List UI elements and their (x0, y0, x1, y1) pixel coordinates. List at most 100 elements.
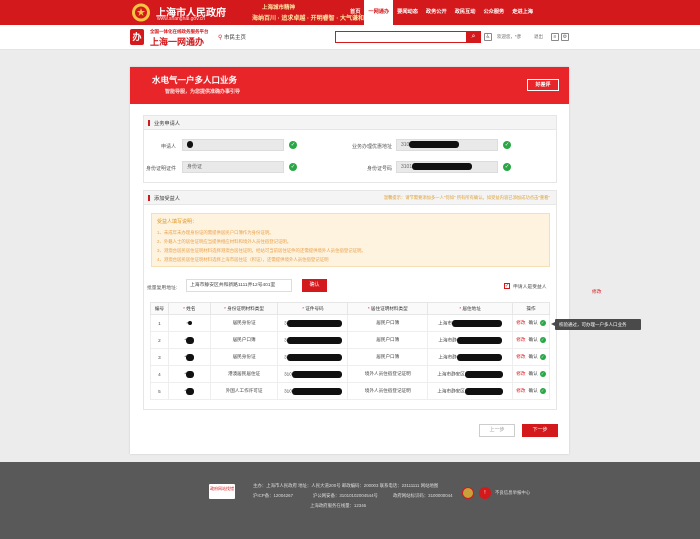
recipient-residence-type: 居民户口簿 (347, 314, 429, 332)
recipient-id-type: 外国人工作许可证 (209, 382, 279, 400)
edit-link[interactable]: 修改 (516, 371, 525, 376)
recipient-section-title: 添加受益人 (154, 196, 180, 202)
top-header: 上海市人民政府 www.shanghai.gov.cn 上海城市精神 海纳百川 … (0, 0, 700, 25)
nav-interaction[interactable]: 政民互动 (451, 0, 480, 25)
column-header: * 姓名 (167, 302, 211, 315)
citizen-home-link[interactable]: ⚲ 市民主页 (218, 33, 246, 41)
site-error-report-badge[interactable]: 政府网站找错 (209, 484, 235, 499)
nav-public-service[interactable]: 公众服务 (479, 0, 508, 25)
brand-name[interactable]: 上海一网通办 (150, 35, 204, 48)
recipient-section-header: 添加受益人 温馨提示：请节需要添加多一人"何如" 所有所有确认。如受益内容已添加… (144, 191, 556, 205)
table-row: 2 * 居民户口簿 3 居民户口簿 上海市静 修改确认✓ (150, 331, 550, 349)
id-number-label: 身份证号码 (366, 166, 392, 172)
notice-line-2: 2、外籍人士的居住证明应当提供相应材料和境外人员住宿登记证明。 (157, 239, 292, 244)
row-verified-icon: ✓ (539, 387, 546, 394)
menu-icon[interactable]: ≡ (551, 33, 559, 41)
confirm-link[interactable]: 确认 (529, 337, 538, 342)
id-type-label: 身份证明证件 (145, 166, 176, 172)
applicant-name-field (182, 139, 284, 151)
column-header: * 居住证明材料类型 (347, 302, 429, 315)
floating-edit-link[interactable]: 修改 (592, 288, 602, 295)
recipient-id-type: 港澳居民居住证 (209, 365, 279, 383)
batch-address-input[interactable]: 上海市静安区共和新路1111弄12号401室 (186, 279, 292, 292)
recipient-name: * (167, 382, 211, 400)
recipient-address: 上海市静安区 (427, 365, 513, 383)
recipient-name: * (167, 331, 211, 349)
edit-link[interactable]: 修改 (516, 337, 525, 342)
user-greeting: 欢迎您，*彦 (497, 34, 522, 39)
nav-one-net-service[interactable]: 一网通办 (364, 0, 394, 25)
column-header: * 居住地址 (427, 302, 513, 315)
table-row: 4 * 港澳居民居住证 310 境外人员住宿登记证明 上海市静安区 修改确认✓ (150, 365, 550, 383)
recipient-residence-type: 居民户口簿 (347, 348, 429, 366)
citizen-home-label: 市民主页 (223, 35, 246, 41)
recipient-id-type: 居民户口簿 (209, 331, 279, 349)
recipient-residence-type: 居民户口簿 (347, 331, 429, 349)
row-number: 2 (150, 331, 169, 349)
column-header: * 证件号码 (277, 302, 349, 315)
row-actions: 修改 确认 ✓ (512, 382, 550, 400)
rate-service-button[interactable]: 好差评 (527, 79, 559, 91)
prev-step-button[interactable]: 上一步 (479, 424, 515, 437)
next-step-button[interactable]: 下一步 (522, 424, 558, 437)
edit-link[interactable]: 修改 (516, 388, 525, 393)
confirm-link[interactable]: 确认 (529, 371, 538, 376)
nav-about-shanghai[interactable]: 走进上海 (508, 0, 537, 25)
party-gov-emblem-icon[interactable] (462, 487, 474, 499)
recipient-id-number: 3 (277, 331, 349, 349)
search-input[interactable] (335, 31, 481, 43)
site-url: www.shanghai.gov.cn (157, 16, 205, 22)
recipient-notice: 受益人填写说明： 1、未成年未办理身份证的需提供居民户口簿作为身份证明。 2、外… (151, 213, 550, 267)
row-actions: 修改 确认 ✓ (512, 331, 550, 349)
search-icon: ⌕ (471, 33, 476, 40)
recipient-id-number: 310 (277, 365, 349, 383)
footer-report-center[interactable]: 不良信息举报中心 (495, 490, 530, 496)
section-marker (148, 120, 150, 126)
section-marker (148, 195, 150, 201)
row-number: 1 (150, 314, 169, 332)
confirm-link[interactable]: 确认 (529, 388, 538, 393)
column-header: 操作 (512, 302, 550, 315)
footer-counter: 上海政府服务在线量：12346 (310, 503, 367, 508)
table-row: 3 * 居民身份证 3 居民户口簿 上海市静 修改确认✓ (150, 348, 550, 366)
one-net-logo-icon: 办 (130, 29, 144, 45)
applicant-section: 业务申请人 申请人 ✓ 业务办理优惠地址 310 ✓ 身份证明证件 身份证 ✓ … (143, 115, 557, 183)
recipient-id-number: 3 (277, 314, 349, 332)
column-header: * 身份证明材料类型 (209, 302, 279, 315)
page-footer: 政府网站找错 主办：上海市人民政府 地址：人民大道200号 邮政编码：20000… (0, 462, 700, 539)
service-banner: 水电气一户多人口业务 智能导服，为您提供准确办事引导 好差评 (130, 67, 569, 104)
notice-title: 受益人填写说明： (157, 219, 198, 225)
accessibility-icon[interactable]: ♿ (484, 33, 492, 41)
row-verified-icon: ✓ (539, 370, 546, 377)
recipient-tip: 温馨提示：请节需要添加多一人"何如" 所有所有确认。如受益内容已添加成功点击"重… (383, 195, 550, 200)
report-center-icon[interactable]: ! (479, 487, 491, 499)
confirm-link[interactable]: 确认 (529, 354, 538, 359)
settings-icon[interactable]: ⚙ (561, 33, 569, 41)
recipient-id-number: 3 (277, 348, 349, 366)
logout-link[interactable]: 退出 (534, 34, 543, 40)
edit-link[interactable]: 修改 (516, 320, 525, 325)
footer-beian[interactable]: 沪公网安备：31010102004544号 (313, 493, 378, 499)
footer-icp[interactable]: 沪ICP备：12004267 (253, 493, 293, 499)
applicant-name-label: 申请人 (160, 144, 176, 150)
confirm-link[interactable]: 确认 (529, 320, 538, 325)
recipient-residence-type: 境外人员住宿登记证明 (347, 365, 429, 383)
edit-link[interactable]: 修改 (516, 354, 525, 359)
row-verified-icon: ✓ (539, 353, 546, 360)
nav-home[interactable]: 首页 (346, 0, 364, 25)
recipient-address: 上海市 (427, 314, 513, 332)
slogan-title: 上海城市精神 (262, 5, 296, 11)
nav-gov-info[interactable]: 政务公开 (422, 0, 451, 25)
redacted-id-number (412, 163, 473, 171)
search-button[interactable]: ⌕ (466, 31, 481, 43)
row-verified-icon: ✓ (539, 336, 546, 343)
service-title: 水电气一户多人口业务 (152, 75, 238, 85)
id-type-field: 身份证 (182, 161, 284, 173)
nav-news[interactable]: 要闻动态 (393, 0, 422, 25)
recipient-id-type: 居民身份证 (209, 348, 279, 366)
row-number: 3 (150, 348, 169, 366)
batch-confirm-button[interactable]: 确认 (302, 279, 327, 292)
applicant-is-recipient-checkbox[interactable]: ✓ (504, 283, 510, 289)
address-value: 310 (401, 142, 410, 148)
recipient-address: 上海市静 (427, 331, 513, 349)
